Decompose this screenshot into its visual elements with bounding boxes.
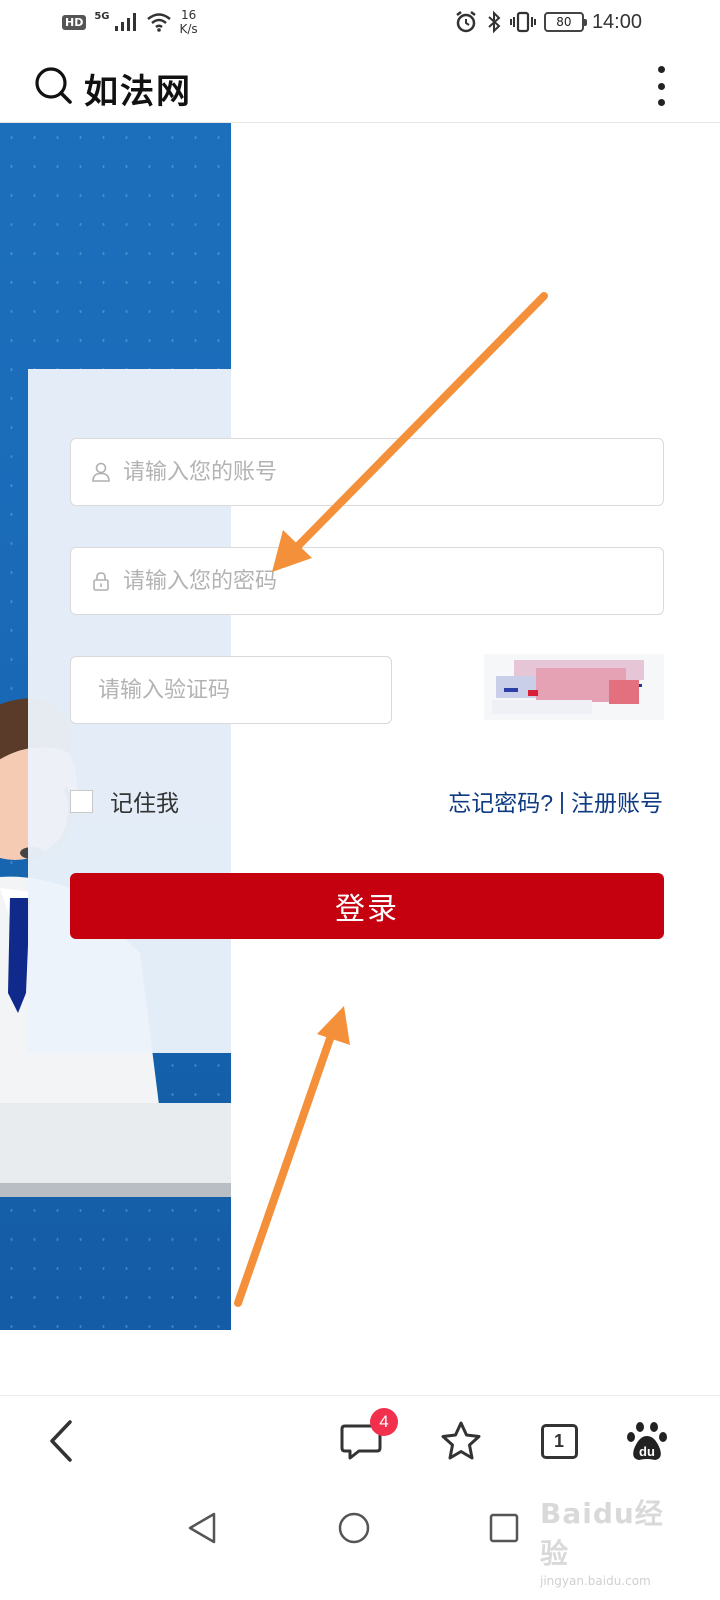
- speed-value: 16: [180, 8, 197, 22]
- baidu-button[interactable]: du: [624, 1418, 670, 1464]
- clock: 14:00: [591, 10, 642, 33]
- captcha-image[interactable]: [484, 654, 664, 720]
- chevron-left-icon: [50, 1420, 72, 1462]
- hd-badge: HD: [62, 14, 87, 30]
- alarm-icon: [456, 11, 476, 33]
- annotation-arrow-login: [234, 1006, 350, 1307]
- tab-count: 1: [540, 1423, 578, 1459]
- search-icon[interactable]: [34, 66, 74, 106]
- watermark-url: jingyan.baidu.com: [540, 1574, 651, 1588]
- username-field[interactable]: [70, 438, 664, 506]
- site-title: 如法网: [84, 72, 192, 112]
- user-icon: [92, 462, 110, 482]
- signal-icon: [114, 13, 136, 31]
- tabs-button[interactable]: 1: [536, 1418, 582, 1464]
- comments-button[interactable]: 4: [338, 1408, 398, 1464]
- annotation-arrow-password: [272, 292, 548, 572]
- back-button[interactable]: [38, 1418, 84, 1464]
- link-separator: |: [559, 787, 565, 814]
- remember-label: 记住我: [110, 790, 179, 816]
- remember-checkbox[interactable]: [70, 789, 93, 813]
- message-badge: 4: [370, 1408, 398, 1436]
- browser-toolbar: 4 1 du: [0, 1395, 720, 1490]
- password-input[interactable]: [123, 548, 663, 614]
- status-left: HD 5G 16 K/s: [62, 8, 198, 36]
- status-bar: HD 5G 16 K/s 80 14:00: [0, 0, 720, 50]
- lock-icon: [93, 572, 109, 591]
- register-link[interactable]: 注册账号: [571, 784, 663, 818]
- battery-indicator: 80: [543, 12, 587, 32]
- watermark-logo: Baidu经验: [540, 1497, 664, 1570]
- baidu-watermark: Baidu经验 jingyan.baidu.com: [540, 1492, 680, 1588]
- nav-home-icon[interactable]: [336, 1510, 372, 1546]
- desk: [0, 1103, 231, 1183]
- more-menu-icon[interactable]: [646, 64, 676, 108]
- captcha-input[interactable]: [71, 657, 391, 723]
- forgot-password-link[interactable]: 忘记密码?: [448, 784, 553, 818]
- site-header: 如法网: [0, 50, 720, 123]
- remember-me[interactable]: 记住我: [70, 784, 179, 818]
- captcha-field[interactable]: [70, 656, 392, 724]
- status-right: 80 14:00: [454, 10, 642, 34]
- baidu-paw-icon: du: [627, 1422, 667, 1460]
- nav-recents-icon[interactable]: [486, 1510, 522, 1546]
- password-field[interactable]: [70, 547, 664, 615]
- desk-edge: [0, 1183, 231, 1197]
- speed-unit: K/s: [179, 22, 198, 36]
- star-icon: [441, 1421, 481, 1460]
- vibrate-icon: [509, 11, 536, 33]
- username-input[interactable]: [123, 439, 663, 505]
- network-speed: 16 K/s: [180, 8, 198, 36]
- bluetooth-icon: [488, 10, 501, 34]
- svg-text:du: du: [639, 1444, 655, 1459]
- network-type: 5G: [94, 10, 110, 22]
- favorite-button[interactable]: [438, 1418, 484, 1464]
- wifi-icon: [146, 13, 171, 32]
- nav-back-icon[interactable]: [184, 1510, 220, 1546]
- login-button[interactable]: 登录: [70, 873, 664, 939]
- account-links: 忘记密码? | 注册账号: [448, 784, 663, 818]
